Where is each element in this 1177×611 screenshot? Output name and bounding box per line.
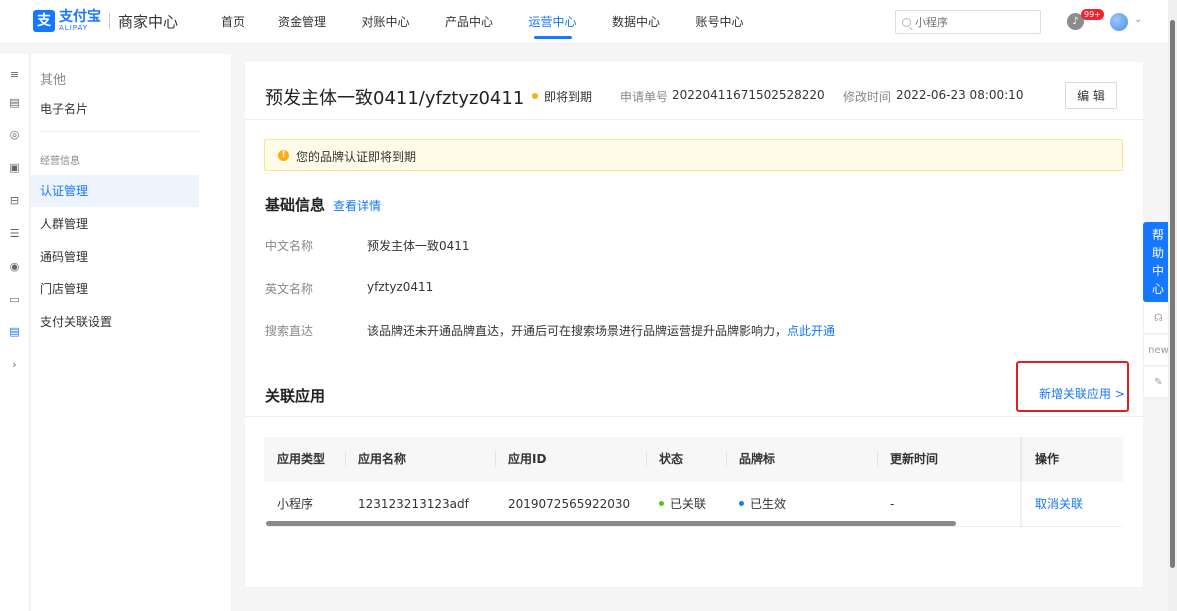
status-success-dot	[659, 501, 664, 506]
search-direct-value: 该品牌还未开通品牌直达，开通后可在搜索场景进行品牌运营提升品牌影响力，点此开通	[367, 322, 835, 339]
sidebar-group-business: 经营信息	[40, 156, 80, 167]
operations-icon[interactable]: ▤	[8, 325, 21, 338]
table-header: 应用类型 应用名称 应用ID 状态 品牌标 更新时间 操作	[264, 437, 1123, 482]
col-brand: 品牌标	[739, 452, 776, 466]
shop-icon[interactable]: ▭	[8, 293, 21, 306]
sidebar-item-codes[interactable]: 通码管理	[31, 241, 199, 273]
status-active-dot	[739, 501, 744, 506]
sidebar-item-payment-link[interactable]: 支付关联设置	[31, 306, 199, 338]
basic-info-title: 基础信息	[265, 196, 326, 214]
cell-status-text: 已关联	[670, 497, 707, 511]
nav-funds[interactable]: 资金管理	[256, 0, 348, 44]
search-input[interactable]	[915, 15, 1025, 29]
related-apps-title: 关联应用	[265, 387, 326, 405]
logo-en: ALIPAY	[59, 24, 89, 32]
cn-name-label: 中文名称	[265, 239, 314, 253]
col-action: 操作	[1035, 452, 1060, 466]
sidebar-divider	[40, 131, 200, 132]
sidebar-group-other: 其他	[40, 73, 67, 88]
page-scrollbar[interactable]	[1168, 0, 1177, 611]
apply-no-label: 申请单号	[620, 90, 669, 104]
menu-icon[interactable]: ≡	[8, 68, 21, 81]
logo-text: 支付宝 ALIPAY	[59, 10, 101, 32]
gift-icon[interactable]: ⊟	[8, 194, 21, 207]
target-icon[interactable]: ◉	[8, 260, 21, 273]
apply-no-value: 20220411671502528220	[672, 88, 825, 102]
nav-home[interactable]: 首页	[210, 0, 256, 44]
modified-label: 修改时间	[843, 90, 892, 104]
nav-data[interactable]: 数据中心	[590, 0, 682, 44]
scrollbar-thumb[interactable]	[1170, 20, 1175, 568]
en-name-value: yfztyz0411	[367, 280, 434, 294]
alert-text: 您的品牌认证即将到期	[296, 150, 417, 164]
logo-cn: 支付宝	[59, 9, 101, 25]
enable-link[interactable]: 点此开通	[787, 324, 835, 338]
col-name: 应用名称	[358, 452, 407, 466]
sidebar-item-stores[interactable]: 门店管理	[31, 273, 199, 305]
nav-operations[interactable]: 运营中心	[515, 0, 590, 44]
nav-products[interactable]: 产品中心	[423, 0, 515, 44]
main-nav: 首页 资金管理 对账中心 产品中心 运营中心 数据中心 账号中心	[210, 0, 757, 44]
top-header: 支 支付宝 ALIPAY 商家中心 首页 资金管理 对账中心 产品中心 运营中心…	[0, 0, 1168, 44]
alipay-logo[interactable]: 支 支付宝 ALIPAY 商家中心	[33, 10, 178, 32]
product-title: 商家中心	[118, 12, 179, 31]
modified-value: 2022-06-23 08:00:10	[896, 88, 1024, 102]
view-details-link[interactable]: 查看详情	[333, 197, 381, 214]
fixed-column-shadow	[1020, 437, 1023, 527]
chevron-down-icon[interactable]: ⌄	[1134, 14, 1142, 25]
cn-name-value: 预发主体一致0411	[367, 239, 470, 253]
col-status: 状态	[659, 452, 684, 466]
compass-icon[interactable]: ◎	[8, 128, 21, 141]
search-box[interactable]	[895, 10, 1041, 34]
sidebar: 其他 电子名片 经营信息 认证管理 人群管理 通码管理 门店管理 支付关联设置	[31, 54, 231, 611]
alipay-logo-icon: 支	[33, 10, 55, 32]
nav-account[interactable]: 账号中心	[682, 0, 757, 44]
cell-action: 取消关联	[1022, 482, 1083, 527]
sidebar-item-ecard[interactable]: 电子名片	[31, 93, 199, 125]
status-dot	[532, 93, 538, 99]
card-icon[interactable]: ▤	[8, 96, 21, 109]
col-type: 应用类型	[277, 452, 326, 466]
icon-rail: ≡ ▤ ◎ ▣ ⊟ ☰ ◉ ▭ ▤ ›	[0, 54, 30, 611]
header-divider	[245, 119, 1143, 120]
col-updated: 更新时间	[890, 452, 939, 466]
page-title: 预发主体一致0411/yfztyz0411	[265, 88, 525, 109]
avatar[interactable]	[1110, 13, 1128, 31]
horizontal-scrollbar[interactable]	[266, 521, 956, 526]
list-icon[interactable]: ☰	[8, 227, 21, 240]
detail-card: 预发主体一致0411/yfztyz0411 即将到期 申请单号 20220411…	[245, 62, 1143, 587]
en-name-label: 英文名称	[265, 282, 314, 296]
logo-divider	[109, 13, 110, 29]
nav-reconciliation[interactable]: 对账中心	[348, 0, 423, 44]
warning-icon: !	[278, 150, 289, 161]
cell-brand-text: 已生效	[750, 497, 787, 511]
related-divider	[245, 416, 1143, 417]
search-direct-label: 搜索直达	[265, 324, 314, 338]
status-badge: 即将到期	[544, 90, 593, 104]
search-icon	[902, 17, 911, 27]
sidebar-item-audience[interactable]: 人群管理	[31, 208, 199, 240]
unlink-button[interactable]: 取消关联	[1035, 497, 1083, 511]
expiry-alert: ! 您的品牌认证即将到期	[264, 139, 1123, 171]
col-app-id: 应用ID	[508, 452, 547, 466]
document-icon[interactable]: ▣	[8, 161, 21, 174]
sidebar-item-certification[interactable]: 认证管理	[31, 175, 199, 207]
add-related-app-link[interactable]: 新增关联应用 >	[1039, 385, 1125, 402]
search-direct-text: 该品牌还未开通品牌直达，开通后可在搜索场景进行品牌运营提升品牌影响力，	[367, 324, 788, 338]
chevron-right-icon[interactable]: ›	[8, 358, 21, 371]
notification-badge: 99+	[1081, 9, 1104, 20]
edit-button[interactable]: 编 辑	[1065, 82, 1117, 109]
